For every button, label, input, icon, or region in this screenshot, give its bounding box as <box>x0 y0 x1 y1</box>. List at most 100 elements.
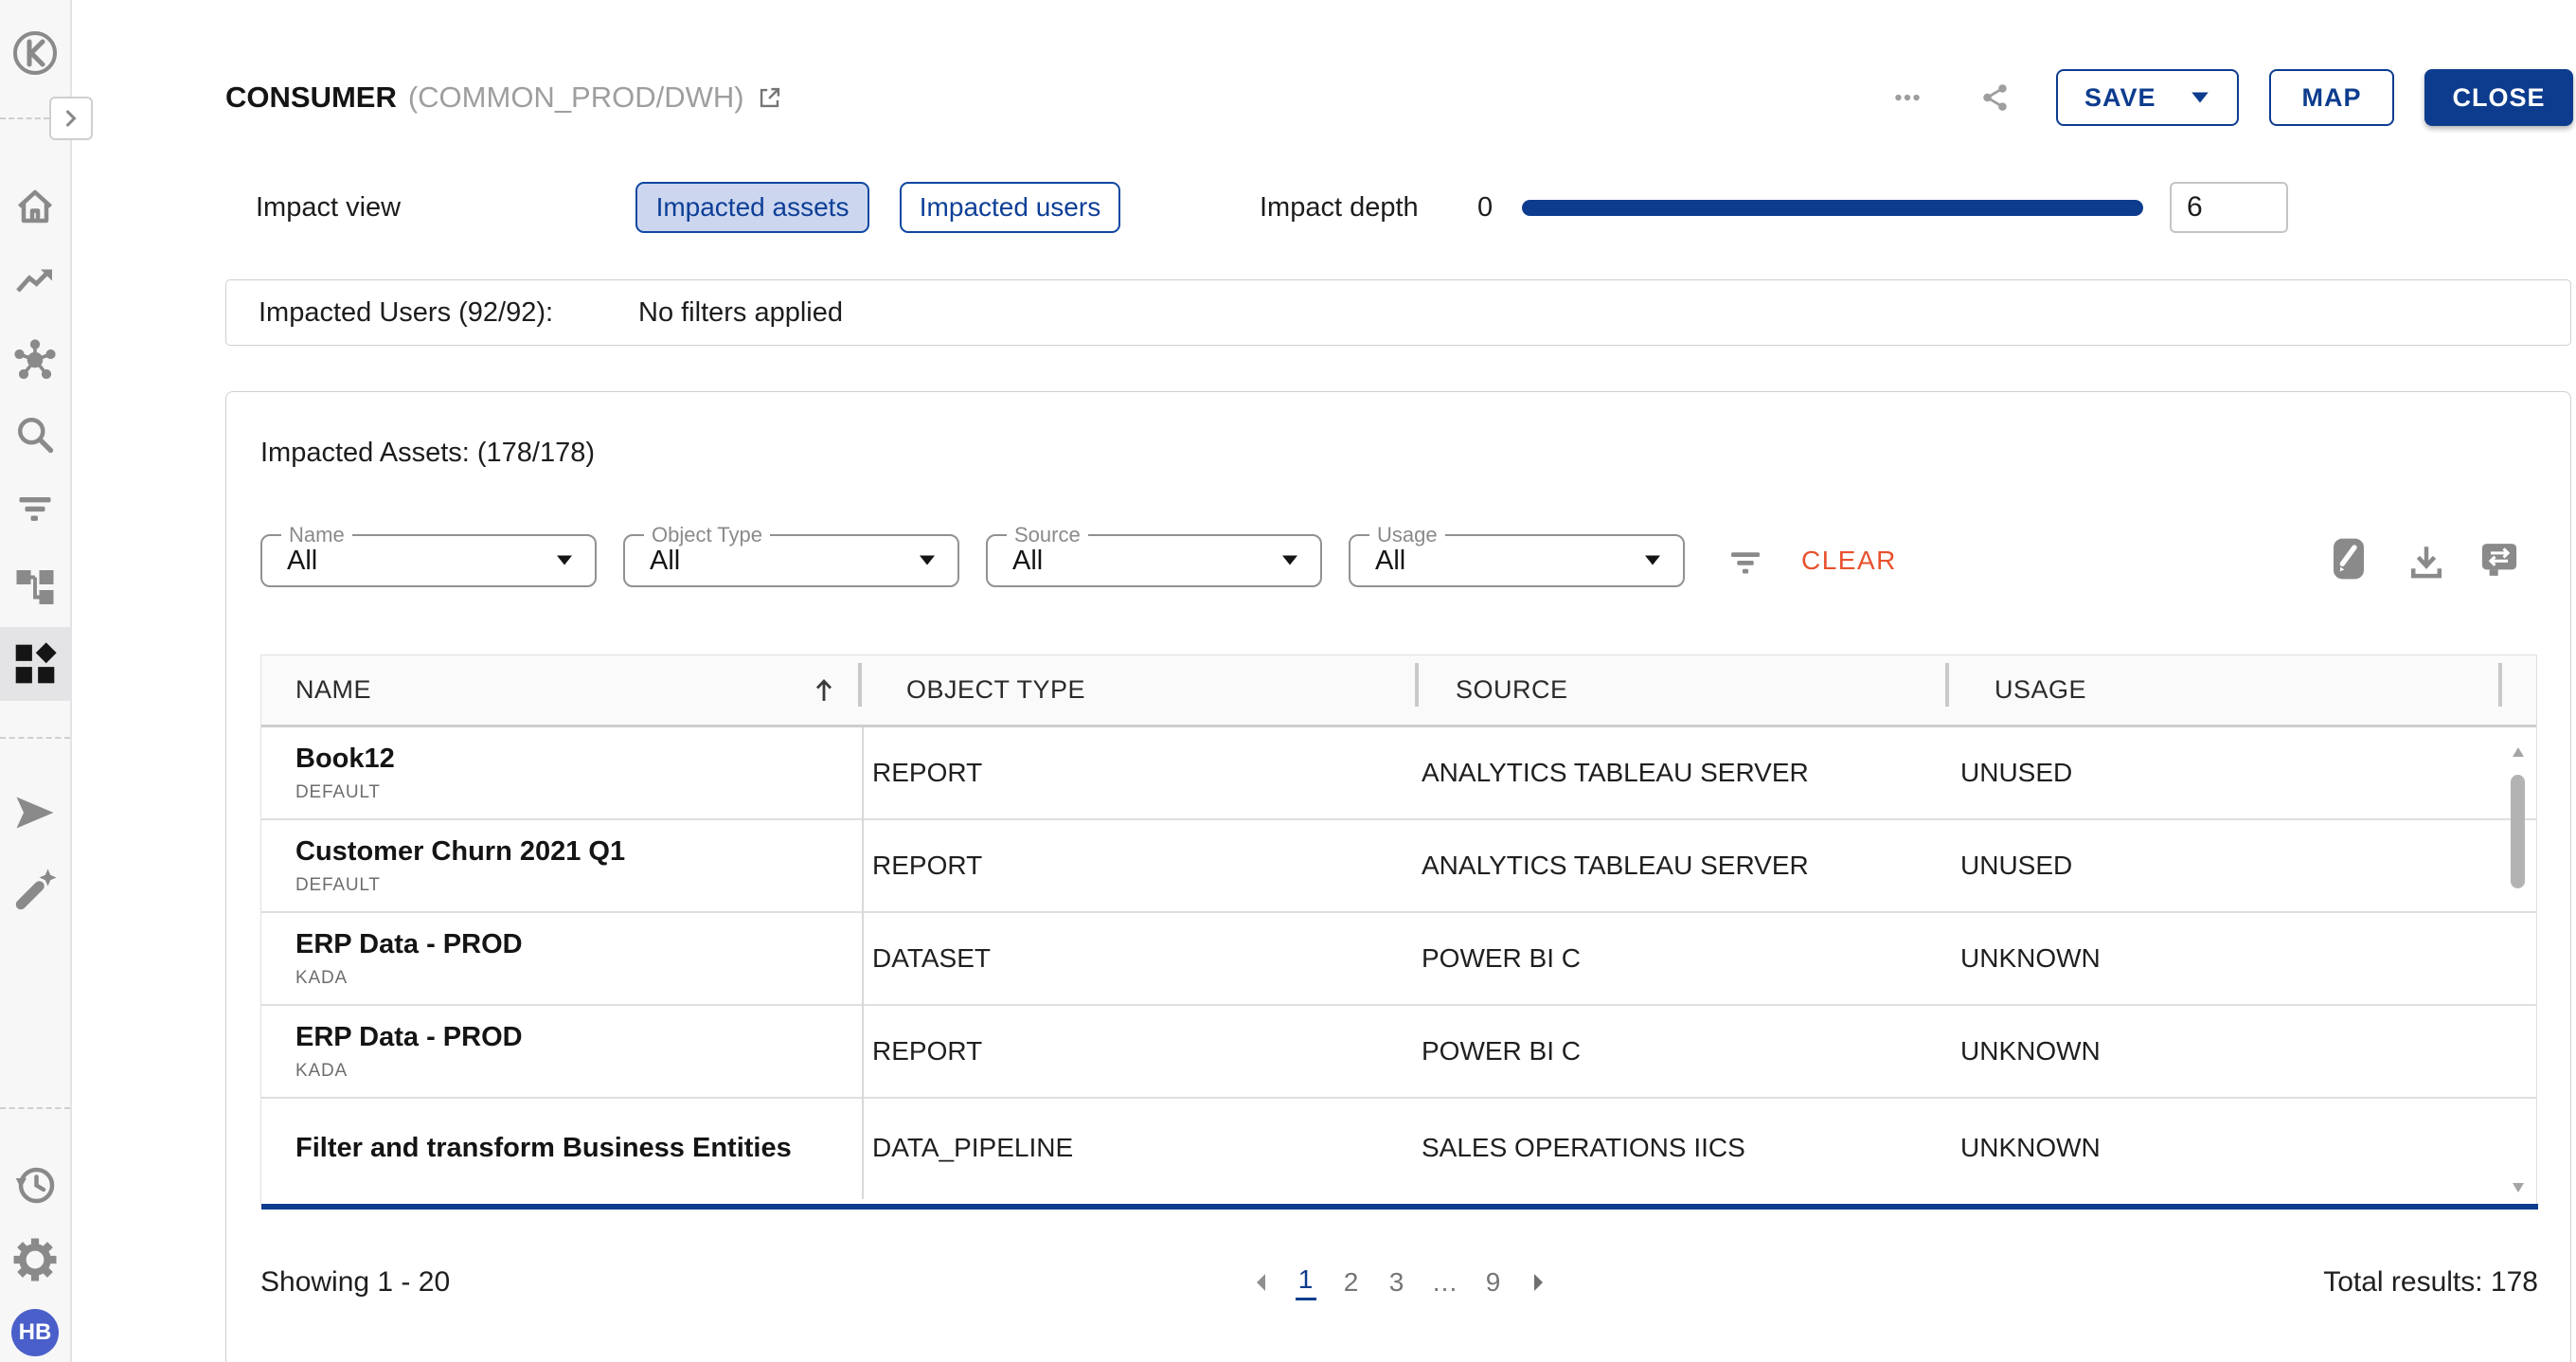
column-resize-handle[interactable] <box>858 663 862 707</box>
column-header-source[interactable]: SOURCE <box>1456 655 1568 725</box>
user-avatar[interactable]: HB <box>11 1309 59 1356</box>
column-header-name[interactable]: NAME <box>295 655 371 725</box>
sidebar-item-history[interactable] <box>0 1161 70 1207</box>
impacted-users-toggle[interactable]: Impacted users <box>900 182 1120 233</box>
asset-source-cell: ANALYTICS TABLEAU SERVER <box>1422 727 1809 818</box>
asset-object-type: REPORT <box>872 1036 982 1066</box>
pager: 123…9 <box>226 1249 2572 1316</box>
asset-object-type: DATASET <box>872 943 991 974</box>
sidebar-item-hierarchy[interactable] <box>0 562 70 607</box>
column-header-usage[interactable]: USAGE <box>1995 655 2086 725</box>
table-row[interactable]: Filter and transform Business EntitiesDA… <box>261 1099 2536 1197</box>
asset-source: POWER BI C <box>1422 943 1581 974</box>
filter-list-icon <box>12 486 58 531</box>
asset-name: Book12 <box>295 744 395 775</box>
asset-usage-cell: UNUSED <box>1960 820 2072 911</box>
asset-source-tag: DEFAULT <box>295 782 395 803</box>
page-number-9[interactable]: 9 <box>1483 1267 1504 1298</box>
asset-name: ERP Data - PROD <box>295 929 523 960</box>
table-row[interactable]: ERP Data - PRODKADAREPORTPOWER BI CUNKNO… <box>261 1006 2536 1099</box>
column-resize-handle[interactable] <box>1415 663 1419 707</box>
asset-name-cell: Book12 DEFAULT <box>295 727 395 818</box>
sidebar-item-search[interactable] <box>0 412 70 457</box>
impacted-users-toggle-label: Impacted users <box>920 192 1100 223</box>
name-filter-select[interactable]: Name All <box>260 534 597 587</box>
impact-depth-min: 0 <box>1477 180 1493 235</box>
impacted-users-label: Impacted Users (92/92): <box>259 280 553 345</box>
total-results: Total results: 178 <box>2323 1249 2538 1316</box>
impacted-users-bar[interactable]: Impacted Users (92/92): No filters appli… <box>225 279 2571 346</box>
column-header-object-type[interactable]: OBJECT TYPE <box>906 655 1085 725</box>
asset-name: Customer Churn 2021 Q1 <box>295 836 625 868</box>
map-button[interactable]: MAP <box>2269 69 2394 126</box>
sidebar-item-send[interactable] <box>0 790 70 835</box>
impacted-assets-table: NAME OBJECT TYPE SOURCE USAGE Book12 DEFA… <box>260 654 2537 1204</box>
sidebar-item-dashboard[interactable] <box>0 640 70 688</box>
sidebar-item-home[interactable] <box>0 184 70 229</box>
expand-sidebar-button[interactable] <box>49 97 93 140</box>
asset-usage-cell: UNKNOWN <box>1960 1006 2101 1097</box>
caret-down-icon <box>918 553 937 567</box>
asset-source: ANALYTICS TABLEAU SERVER <box>1422 758 1809 788</box>
asset-source-tag: DEFAULT <box>295 875 625 896</box>
next-page-button[interactable] <box>1529 1271 1549 1294</box>
asset-object-type-cell: REPORT <box>872 820 982 911</box>
previous-page-button[interactable] <box>1250 1271 1271 1294</box>
page-header: CONSUMER (COMMON_PROD/DWH) <box>225 68 784 127</box>
column-resize-handle[interactable] <box>1945 663 1949 707</box>
asset-usage-cell: UNKNOWN <box>1960 913 2101 1004</box>
column-divider <box>862 727 864 1199</box>
caret-down-icon <box>1280 553 1299 567</box>
search-icon <box>12 412 58 457</box>
pagination: Showing 1 - 20 123…9 Total results: 178 <box>226 1249 2572 1316</box>
page-number-2[interactable]: 2 <box>1341 1267 1362 1298</box>
asset-usage: UNUSED <box>1960 851 2072 881</box>
filter-funnel-icon[interactable] <box>1726 542 1764 580</box>
sidebar-item-settings[interactable] <box>0 1237 70 1282</box>
sidebar-item-trends[interactable] <box>0 260 70 305</box>
download-icon[interactable] <box>2406 542 2446 582</box>
external-link-icon[interactable] <box>756 83 784 112</box>
history-icon <box>12 1161 58 1207</box>
asset-object-type: REPORT <box>872 851 982 881</box>
save-label: SAVE <box>2084 83 2156 113</box>
asset-usage-cell: UNKNOWN <box>1960 1099 2101 1197</box>
edit-icon[interactable] <box>2328 536 2370 582</box>
table-body: Book12 DEFAULT REPORT ANALYTICS TABLEAU SER… <box>261 727 2536 1197</box>
sidebar-item-lineage[interactable] <box>0 337 70 383</box>
column-resize-handle[interactable] <box>2498 663 2502 707</box>
caret-down-icon <box>2190 90 2210 105</box>
sort-ascending-icon[interactable] <box>809 674 839 707</box>
more-options-icon[interactable] <box>1885 81 1930 114</box>
asset-source-tag: KADA <box>295 1061 523 1082</box>
table-row[interactable]: ERP Data - PRODKADADATASETPOWER BI CUNKN… <box>261 913 2536 1006</box>
save-button[interactable]: SAVE <box>2056 69 2239 126</box>
impacted-assets-toggle[interactable]: Impacted assets <box>635 182 869 233</box>
asset-source: SALES OPERATIONS IICS <box>1422 1133 1745 1163</box>
impact-depth-input[interactable] <box>2170 182 2288 233</box>
clear-label: CLEAR <box>1801 546 1897 575</box>
usage-filter-select[interactable]: Usage All <box>1349 534 1685 587</box>
page-number-1[interactable]: 1 <box>1296 1264 1316 1300</box>
asset-object-type-cell: REPORT <box>872 727 982 818</box>
page-number-3[interactable]: 3 <box>1386 1267 1407 1298</box>
scrollbar-thumb[interactable] <box>2511 775 2525 888</box>
object-type-filter-select[interactable]: Object Type All <box>623 534 959 587</box>
clear-filters-button[interactable]: CLEAR <box>1801 534 1897 587</box>
impact-view-label: Impact view <box>256 180 401 235</box>
sidebar-item-enrich[interactable] <box>0 868 70 913</box>
scroll-down-icon[interactable] <box>2512 1182 2525 1193</box>
settings-gear-icon <box>12 1237 58 1282</box>
table-row[interactable]: Book12 DEFAULT REPORT ANALYTICS TABLEAU SER… <box>261 727 2536 820</box>
share-icon[interactable] <box>1973 81 2018 114</box>
scroll-up-icon[interactable] <box>2512 746 2525 758</box>
bulk-update-icon[interactable] <box>2478 540 2520 580</box>
source-filter-select[interactable]: Source All <box>986 534 1322 587</box>
close-button[interactable]: CLOSE <box>2424 69 2573 126</box>
impact-depth-slider[interactable] <box>1522 200 2143 216</box>
object-type-filter-value: All <box>650 536 680 585</box>
table-row[interactable]: Customer Churn 2021 Q1DEFAULTREPORTANALY… <box>261 820 2536 913</box>
chevron-right-icon <box>58 105 84 132</box>
sidebar-item-filters[interactable] <box>0 486 70 531</box>
impacted-assets-title: Impacted Assets: (178/178) <box>260 438 595 469</box>
